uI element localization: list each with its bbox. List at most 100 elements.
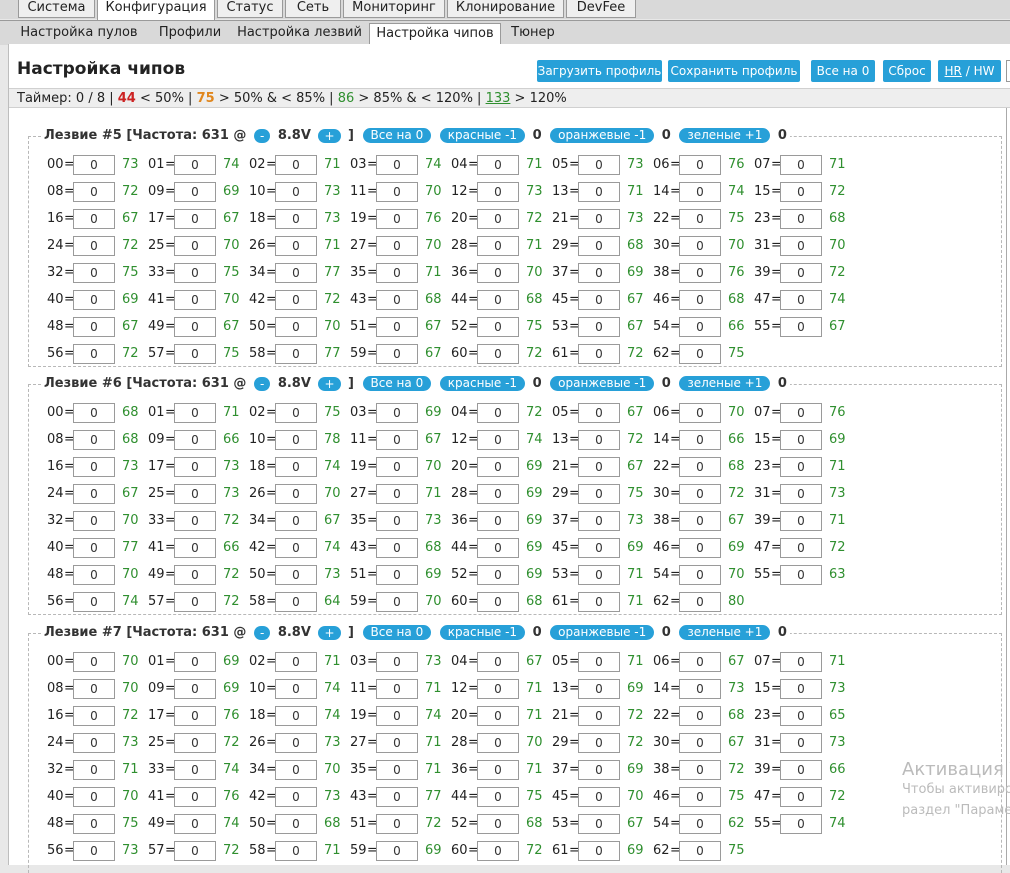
- tab-devfee[interactable]: DevFee: [566, 0, 636, 18]
- hw-toggle-label[interactable]: HW: [974, 64, 995, 78]
- chip-freq-input[interactable]: 0: [679, 344, 721, 364]
- chip-freq-input[interactable]: 0: [578, 209, 620, 229]
- chip-freq-input[interactable]: 0: [73, 592, 115, 612]
- chip-freq-input[interactable]: 0: [174, 787, 216, 807]
- chip-freq-input[interactable]: 0: [376, 592, 418, 612]
- chip-freq-input[interactable]: 0: [174, 344, 216, 364]
- chip-freq-input[interactable]: 0: [73, 236, 115, 256]
- voltage-plus-button[interactable]: +: [318, 625, 341, 640]
- red-minus-button[interactable]: красные -1: [439, 128, 526, 143]
- chip-freq-input[interactable]: 0: [679, 457, 721, 477]
- chip-freq-input[interactable]: 0: [578, 706, 620, 726]
- chip-freq-input[interactable]: 0: [679, 733, 721, 753]
- chip-freq-input[interactable]: 0: [578, 538, 620, 558]
- chip-freq-input[interactable]: 0: [275, 511, 317, 531]
- chip-freq-input[interactable]: 0: [578, 403, 620, 423]
- chip-freq-input[interactable]: 0: [477, 652, 519, 672]
- chip-freq-input[interactable]: 0: [477, 344, 519, 364]
- chip-freq-input[interactable]: 0: [275, 565, 317, 585]
- chip-freq-input[interactable]: 0: [73, 155, 115, 175]
- chip-freq-input[interactable]: 0: [780, 706, 822, 726]
- chip-freq-input[interactable]: 0: [174, 538, 216, 558]
- chip-freq-input[interactable]: 0: [477, 317, 519, 337]
- tab-status[interactable]: Статус: [217, 0, 283, 18]
- chip-freq-input[interactable]: 0: [73, 538, 115, 558]
- chip-freq-input[interactable]: 0: [275, 263, 317, 283]
- chip-freq-input[interactable]: 0: [679, 290, 721, 310]
- chip-freq-input[interactable]: 0: [578, 652, 620, 672]
- chip-freq-input[interactable]: 0: [174, 841, 216, 861]
- chip-freq-input[interactable]: 0: [477, 457, 519, 477]
- chip-freq-input[interactable]: 0: [275, 652, 317, 672]
- chip-freq-input[interactable]: 0: [376, 760, 418, 780]
- chip-freq-input[interactable]: 0: [174, 290, 216, 310]
- all-zero-button[interactable]: Все на 0: [811, 60, 875, 82]
- chip-freq-input[interactable]: 0: [477, 263, 519, 283]
- chip-freq-input[interactable]: 0: [578, 430, 620, 450]
- chip-freq-input[interactable]: 0: [376, 155, 418, 175]
- chip-freq-input[interactable]: 0: [679, 565, 721, 585]
- chip-freq-input[interactable]: 0: [73, 787, 115, 807]
- chip-freq-input[interactable]: 0: [578, 814, 620, 834]
- chip-freq-input[interactable]: 0: [376, 733, 418, 753]
- chip-freq-input[interactable]: 0: [275, 236, 317, 256]
- chip-freq-input[interactable]: 0: [780, 263, 822, 283]
- chip-freq-input[interactable]: 0: [780, 652, 822, 672]
- chip-freq-input[interactable]: 0: [376, 290, 418, 310]
- chip-freq-input[interactable]: 0: [275, 290, 317, 310]
- blade-all-zero-button[interactable]: Все на 0: [362, 625, 432, 640]
- hr-hw-toggle[interactable]: HR / HW: [938, 60, 1001, 82]
- chip-freq-input[interactable]: 0: [376, 787, 418, 807]
- chip-freq-input[interactable]: 0: [376, 538, 418, 558]
- cut-off-button[interactable]: [1006, 60, 1010, 82]
- chip-freq-input[interactable]: 0: [477, 760, 519, 780]
- chip-freq-input[interactable]: 0: [174, 484, 216, 504]
- chip-freq-input[interactable]: 0: [275, 182, 317, 202]
- chip-freq-input[interactable]: 0: [780, 317, 822, 337]
- green-plus-button[interactable]: зеленые +1: [679, 625, 771, 640]
- chip-freq-input[interactable]: 0: [780, 209, 822, 229]
- chip-freq-input[interactable]: 0: [376, 209, 418, 229]
- chip-freq-input[interactable]: 0: [73, 733, 115, 753]
- chip-freq-input[interactable]: 0: [780, 511, 822, 531]
- chip-freq-input[interactable]: 0: [578, 841, 620, 861]
- chip-freq-input[interactable]: 0: [477, 511, 519, 531]
- chip-freq-input[interactable]: 0: [477, 592, 519, 612]
- chip-freq-input[interactable]: 0: [73, 484, 115, 504]
- chip-freq-input[interactable]: 0: [679, 841, 721, 861]
- orange-minus-button[interactable]: оранжевые -1: [550, 128, 655, 143]
- chip-freq-input[interactable]: 0: [477, 538, 519, 558]
- subtab-pools[interactable]: Настройка пулов: [14, 23, 144, 44]
- chip-freq-input[interactable]: 0: [275, 209, 317, 229]
- chip-freq-input[interactable]: 0: [477, 290, 519, 310]
- chip-freq-input[interactable]: 0: [780, 430, 822, 450]
- chip-freq-input[interactable]: 0: [174, 182, 216, 202]
- voltage-minus-button[interactable]: -: [253, 376, 271, 391]
- chip-freq-input[interactable]: 0: [73, 182, 115, 202]
- chip-freq-input[interactable]: 0: [780, 538, 822, 558]
- chip-freq-input[interactable]: 0: [73, 317, 115, 337]
- chip-freq-input[interactable]: 0: [275, 457, 317, 477]
- load-profile-button[interactable]: Загрузить профиль: [537, 60, 662, 82]
- chip-freq-input[interactable]: 0: [578, 344, 620, 364]
- chip-freq-input[interactable]: 0: [477, 430, 519, 450]
- chip-freq-input[interactable]: 0: [679, 787, 721, 807]
- chip-freq-input[interactable]: 0: [275, 814, 317, 834]
- chip-freq-input[interactable]: 0: [275, 592, 317, 612]
- subtab-chips[interactable]: Настройка чипов: [369, 23, 501, 46]
- chip-freq-input[interactable]: 0: [174, 511, 216, 531]
- chip-freq-input[interactable]: 0: [679, 511, 721, 531]
- chip-freq-input[interactable]: 0: [174, 403, 216, 423]
- chip-freq-input[interactable]: 0: [275, 538, 317, 558]
- chip-freq-input[interactable]: 0: [679, 263, 721, 283]
- chip-freq-input[interactable]: 0: [780, 814, 822, 834]
- reset-button[interactable]: Сброс: [883, 60, 931, 82]
- chip-freq-input[interactable]: 0: [477, 155, 519, 175]
- chip-freq-input[interactable]: 0: [477, 209, 519, 229]
- chip-freq-input[interactable]: 0: [174, 592, 216, 612]
- chip-freq-input[interactable]: 0: [578, 484, 620, 504]
- chip-freq-input[interactable]: 0: [477, 182, 519, 202]
- orange-minus-button[interactable]: оранжевые -1: [550, 625, 655, 640]
- chip-freq-input[interactable]: 0: [174, 733, 216, 753]
- chip-freq-input[interactable]: 0: [780, 733, 822, 753]
